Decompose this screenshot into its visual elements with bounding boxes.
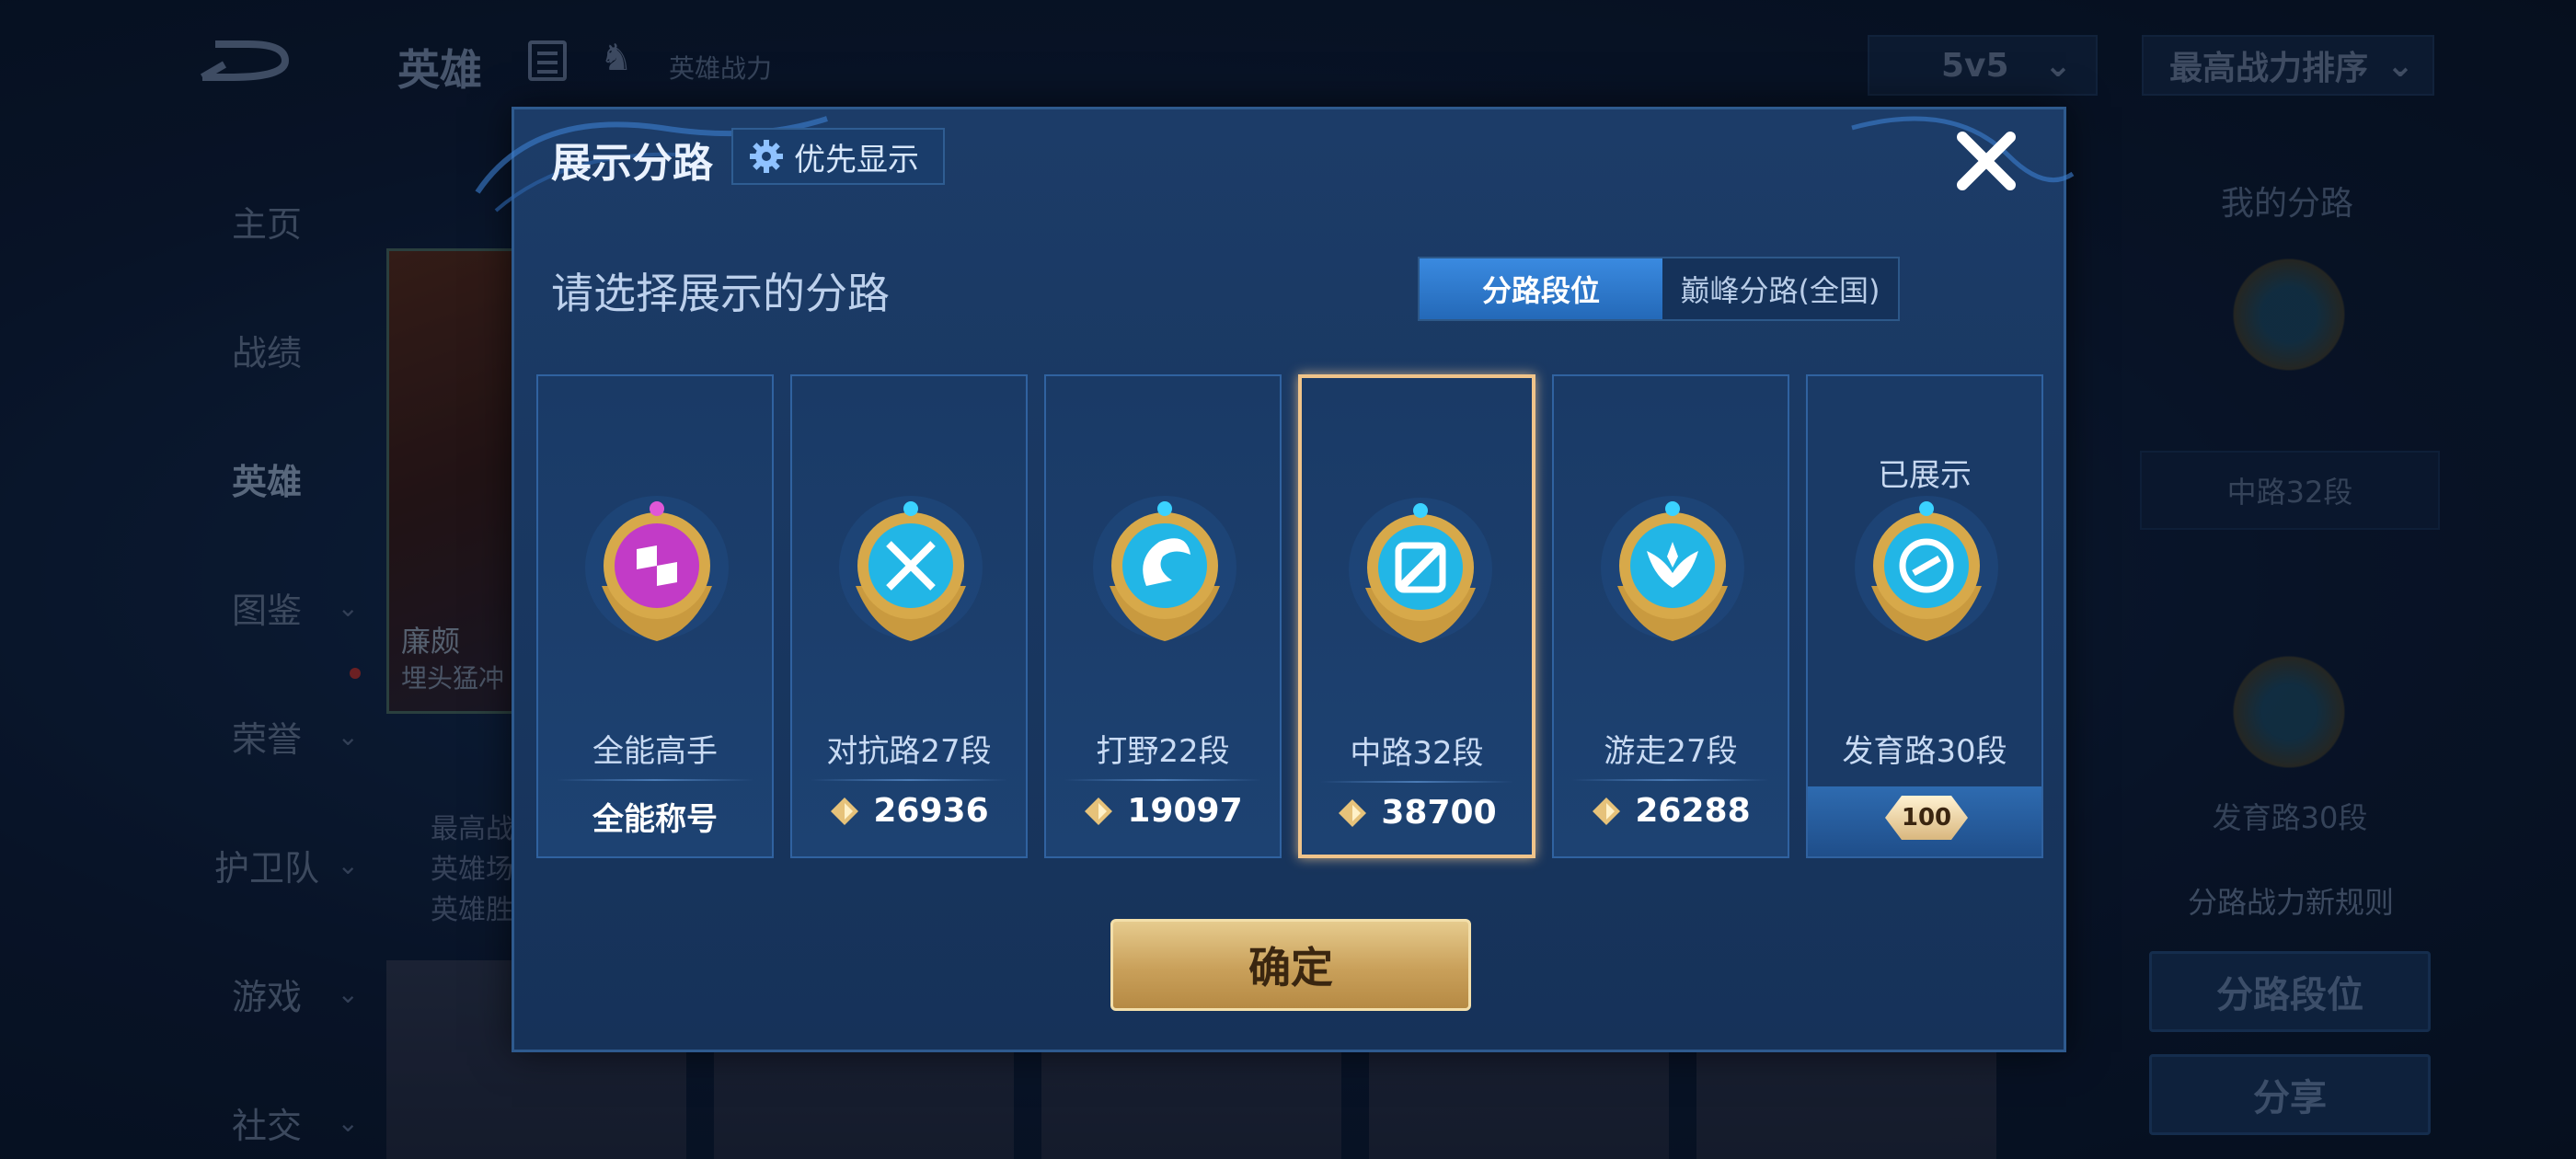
lane-card-score-value: 19097 [1127, 792, 1243, 830]
lane-card-title: 全能称号 [592, 801, 718, 838]
lane-card-score-value: 26936 [873, 792, 989, 830]
priority-display-button[interactable]: 优先显示 [731, 128, 945, 185]
power-diamond-icon [1593, 797, 1621, 825]
lane-card-name: 打野22段 [1096, 733, 1230, 770]
lane-card-farm[interactable]: 已展示 发育路30段 100 [1806, 374, 2043, 858]
lane-card-score: 26936 [792, 792, 1026, 830]
power-diamond-icon [831, 797, 859, 825]
lane-card-score-value: 38700 [1381, 794, 1497, 832]
divider [557, 779, 753, 781]
tab-lane-rank[interactable]: 分路段位 [1420, 258, 1662, 319]
priority-display-label: 优先显示 [794, 141, 919, 178]
gear-icon [750, 140, 783, 173]
close-icon[interactable] [1949, 124, 2023, 198]
show-lane-dialog: 展示分路 优先显示 请选择展示的分路 分路段位 巅峰分路(全国) 全能高手 全能… [475, 107, 2075, 1052]
lane-card-score: 19097 [1046, 792, 1280, 830]
lane-card-roam[interactable]: 游走27段 26288 [1552, 374, 1789, 858]
rank-banner: 100 [1808, 786, 2041, 856]
lane-card-name: 中路32段 [1350, 735, 1484, 772]
rank-banner-number: 100 [1885, 796, 1968, 840]
jungle-badge-icon [1093, 496, 1236, 641]
lane-mode-toggle: 分路段位 巅峰分路(全国) [1418, 257, 1900, 321]
dialog-title: 展示分路 [551, 140, 713, 187]
power-diamond-icon [1085, 797, 1113, 825]
lane-card-name: 游走27段 [1604, 733, 1738, 770]
farm-lane-badge-icon [1855, 496, 1998, 641]
roam-badge-icon [1601, 496, 1744, 641]
divider [811, 779, 1007, 781]
lane-card-jungle[interactable]: 打野22段 19097 [1044, 374, 1282, 858]
lane-card-score: 38700 [1302, 794, 1532, 832]
divider [1572, 779, 1769, 781]
all-round-badge-icon [585, 496, 729, 641]
confirm-button[interactable]: 确定 [1110, 919, 1471, 1011]
divider [1064, 779, 1261, 781]
lane-card-name: 发育路30段 [1842, 733, 2007, 770]
tab-peak-lane-national[interactable]: 巅峰分路(全国) [1662, 258, 1898, 319]
divider [1320, 781, 1513, 783]
power-diamond-icon [1339, 798, 1367, 827]
lane-card-all-round[interactable]: 全能高手 全能称号 [536, 374, 774, 858]
lane-card-list: 全能高手 全能称号 对抗路27段 26936 打野22段 19097 中路32段… [536, 374, 2043, 858]
lane-card-score: 26288 [1554, 792, 1788, 830]
mid-lane-badge-icon [1349, 498, 1492, 643]
lane-card-name: 对抗路27段 [826, 733, 992, 770]
lane-card-name: 全能高手 [592, 733, 718, 770]
lane-card-clash[interactable]: 对抗路27段 26936 [790, 374, 1028, 858]
lane-card-score-value: 26288 [1635, 792, 1751, 830]
clash-lane-badge-icon [839, 496, 983, 641]
dialog-subtitle: 请选择展示的分路 [551, 269, 890, 318]
lane-card-mid[interactable]: 中路32段 38700 [1298, 374, 1535, 858]
